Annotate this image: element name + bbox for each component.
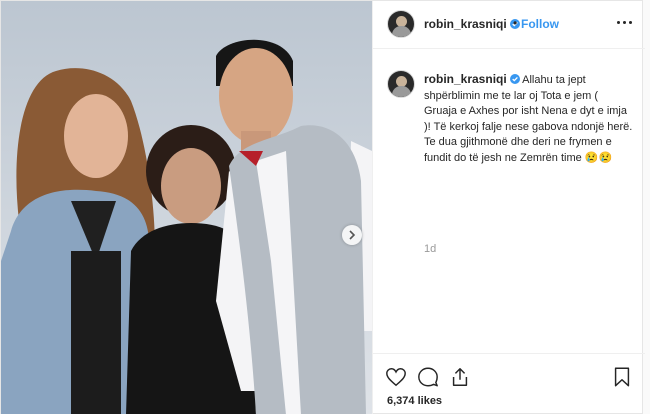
post-photo-image [1, 1, 372, 414]
post-timestamp[interactable]: 1d [424, 243, 436, 255]
instagram-post: robin_krasniqi • Follow robin_krasniqi A… [0, 0, 645, 414]
caption-avatar[interactable] [387, 70, 415, 98]
header-separator: • [513, 16, 518, 30]
comment-button[interactable] [417, 366, 439, 388]
post-photo[interactable] [1, 1, 372, 414]
post-side-panel: robin_krasniqi • Follow robin_krasniqi A… [372, 1, 645, 414]
share-button[interactable] [449, 366, 471, 388]
caption-username[interactable]: robin_krasniqi [424, 72, 520, 86]
bookmark-icon [614, 367, 630, 387]
likes-count[interactable]: 6,374 likes [387, 395, 442, 407]
chevron-right-icon [349, 230, 356, 240]
save-button[interactable] [611, 366, 633, 388]
avatar[interactable] [387, 10, 415, 38]
caption-text: robin_krasniqi Allahu ta jept shpërblimi… [424, 72, 634, 166]
caption-username-label: robin_krasniqi [424, 72, 507, 86]
header-username-label: robin_krasniqi [424, 17, 507, 31]
caption-body: Allahu ta jept shpërblimin me te lar oj … [424, 74, 633, 164]
header-username[interactable]: robin_krasniqi [424, 17, 520, 31]
more-options-icon[interactable] [617, 15, 633, 29]
heart-icon [386, 368, 406, 387]
post-header: robin_krasniqi • Follow [373, 1, 645, 49]
carousel-next-button[interactable] [342, 225, 362, 245]
post-actions: 6,374 likes [373, 353, 645, 414]
verified-badge-icon [509, 74, 520, 84]
follow-button[interactable]: Follow [521, 17, 559, 31]
like-button[interactable] [385, 366, 407, 388]
share-icon [452, 368, 468, 386]
comment-icon [418, 367, 438, 387]
